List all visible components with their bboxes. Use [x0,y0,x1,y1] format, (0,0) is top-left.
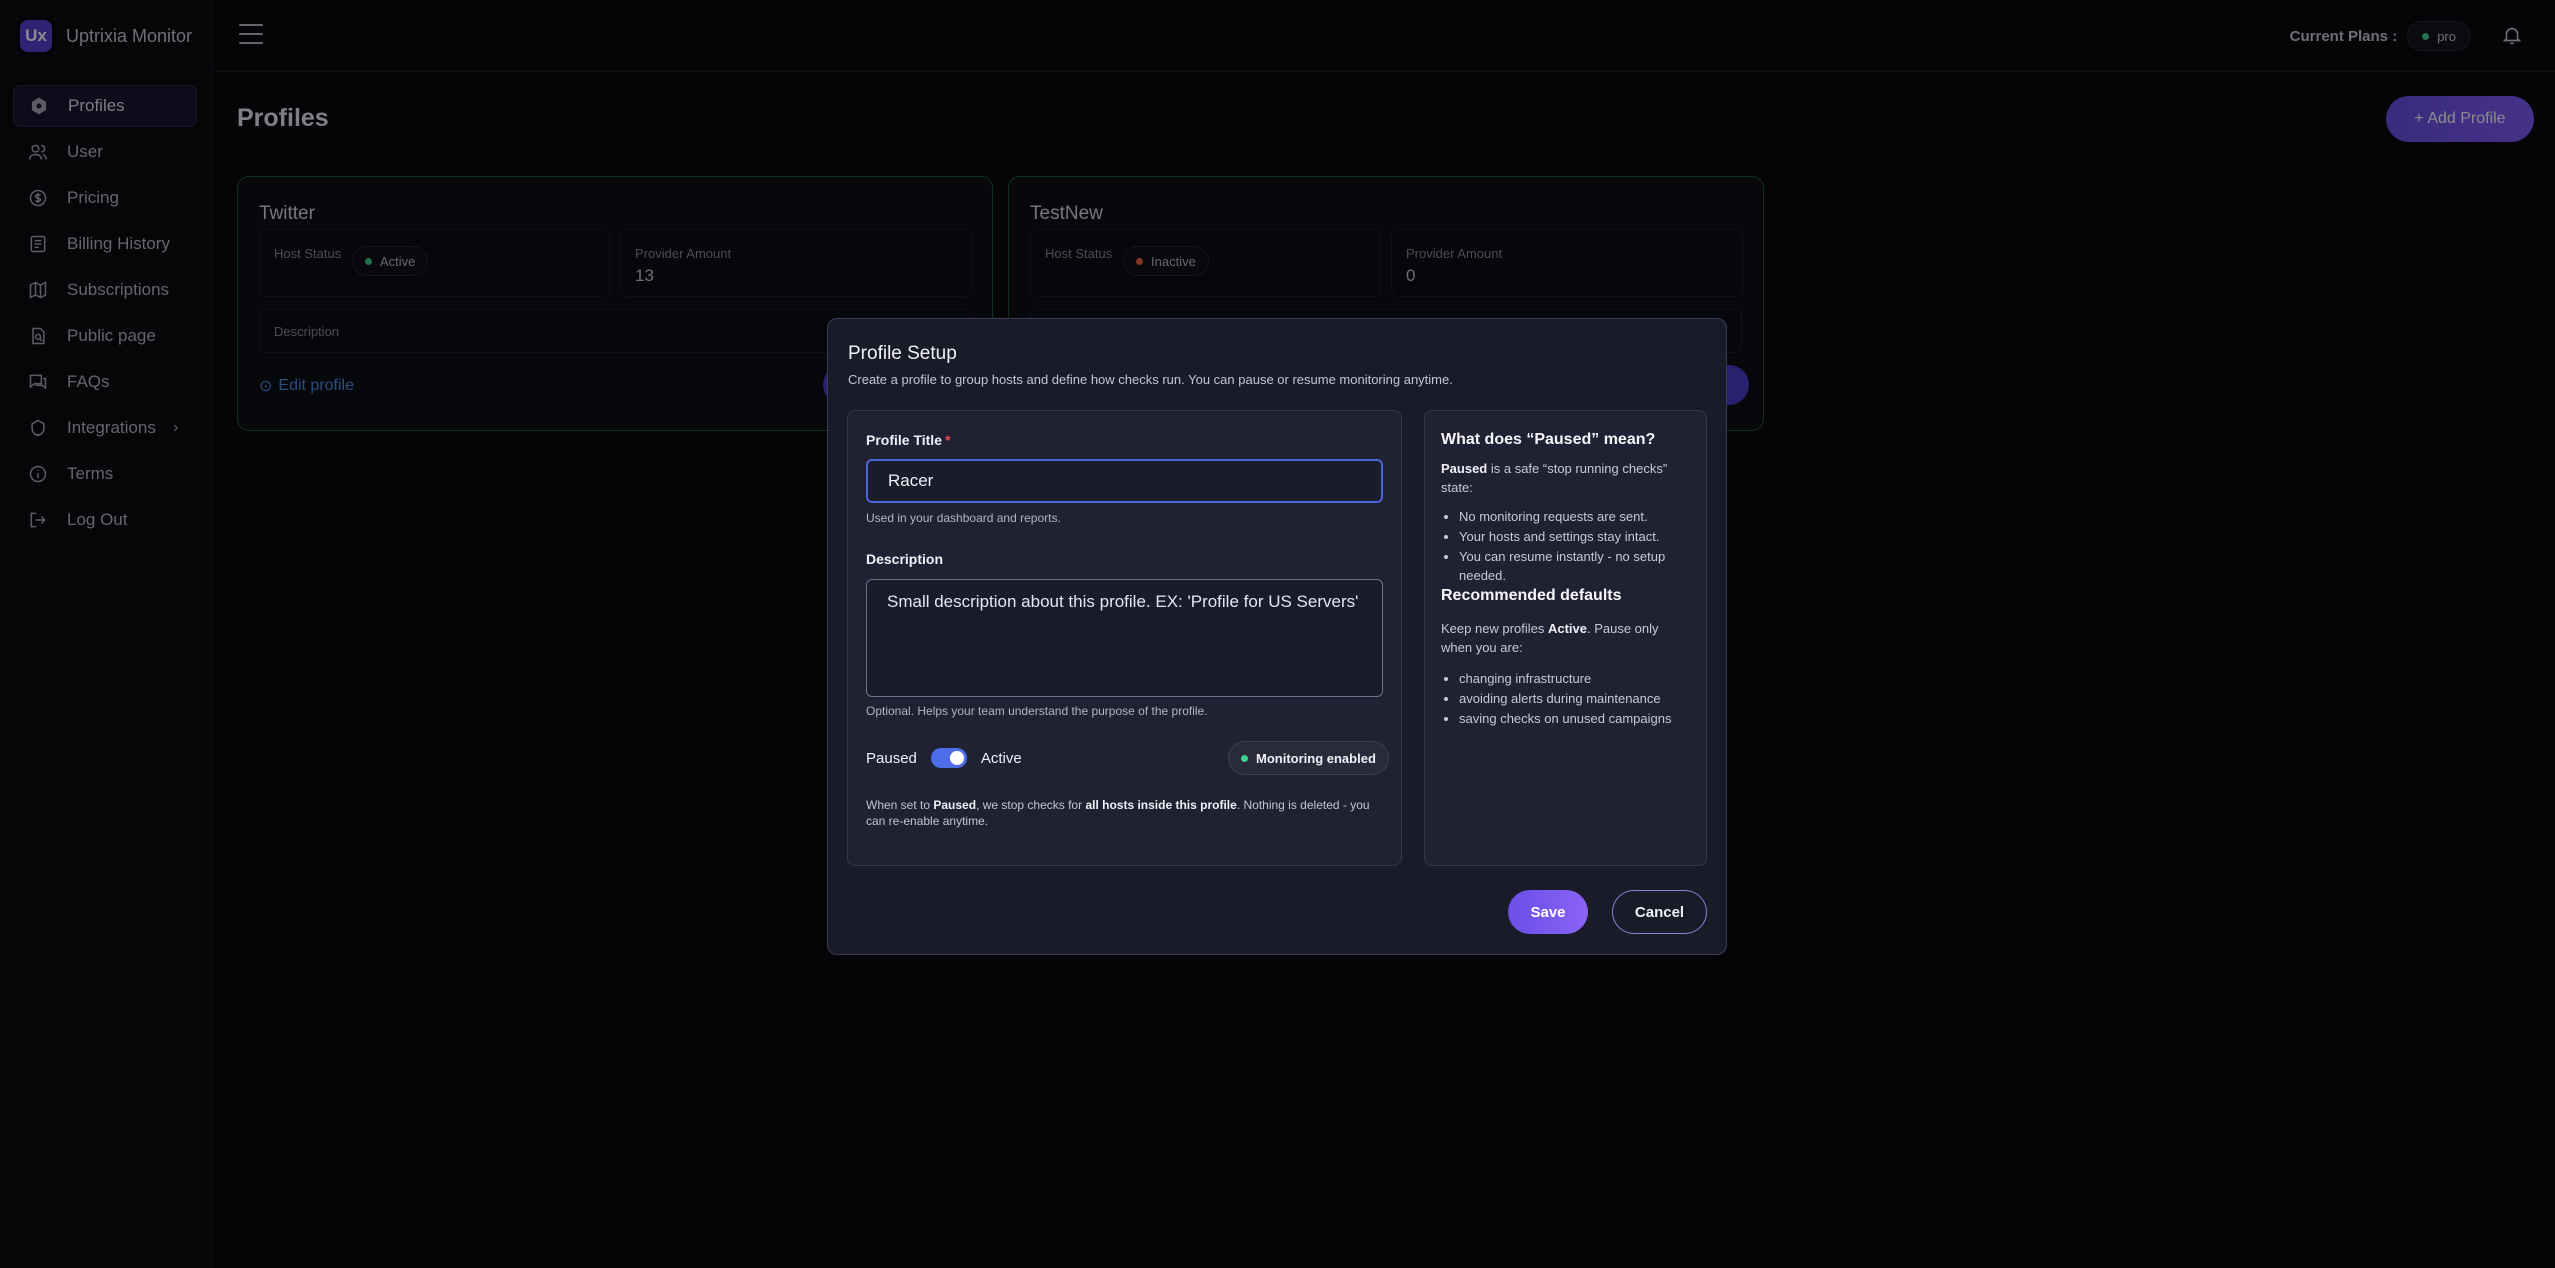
note-text: , we stop checks for [976,798,1086,812]
active-toggle[interactable] [930,748,967,768]
description-textarea[interactable]: Small description about this profile. EX… [866,579,1383,697]
profile-title-input[interactable]: Racer [866,459,1383,503]
list-item: changing infrastructure [1459,669,1690,688]
paused-label: Paused [866,749,917,767]
info-heading: Recommended defaults [1441,587,1622,604]
profile-title-help: Used in your dashboard and reports. [866,511,1061,525]
info-heading: What does “Paused” mean? [1441,431,1656,448]
list-item: saving checks on unused campaigns [1459,709,1690,728]
list-item: No monitoring requests are sent. [1459,507,1690,526]
info-paragraph: Keep new profiles Active. Pause only whe… [1441,619,1690,657]
dialog-title: Profile Setup [848,343,957,364]
form-panel: Profile Title * Racer Used in your dashbo… [847,410,1402,866]
description-label: Description [866,551,944,567]
profile-title-label-text: Profile Title [866,432,942,448]
info-bold: Paused [1441,461,1488,476]
monitoring-badge: Monitoring enabled [1228,741,1389,775]
note-bold: all hosts inside this profile [1085,798,1237,812]
info-panel: What does “Paused” mean? Paused is a saf… [1424,410,1707,866]
list-item: avoiding alerts during maintenance [1459,689,1690,708]
info-text: Keep new profiles [1441,621,1548,636]
pause-note: When set to Paused, we stop checks for a… [866,797,1386,829]
status-dot-icon [1241,754,1248,762]
note-bold: Paused [933,798,977,812]
profile-title-label: Profile Title * [866,432,950,448]
active-label: Active [980,749,1022,767]
cancel-button[interactable]: Cancel [1612,890,1707,934]
info-list: No monitoring requests are sent. Your ho… [1441,507,1690,585]
info-paragraph: Paused is a safe “stop running checks” s… [1441,459,1690,497]
monitoring-badge-text: Monitoring enabled [1256,750,1376,766]
info-list: changing infrastructure avoiding alerts … [1441,669,1690,728]
status-toggle-row: Paused Active [866,748,1022,768]
info-bold: Active [1547,621,1587,636]
required-marker: * [944,432,951,448]
description-help: Optional. Helps your team understand the… [866,704,1208,718]
dialog-subtitle: Create a profile to group hosts and defi… [848,372,1453,387]
note-text: When set to [866,798,934,812]
profile-setup-dialog: Profile Setup Create a profile to group … [827,318,1727,955]
list-item: You can resume instantly - no setup need… [1459,547,1690,585]
save-button[interactable]: Save [1508,890,1588,934]
list-item: Your hosts and settings stay intact. [1459,527,1690,546]
